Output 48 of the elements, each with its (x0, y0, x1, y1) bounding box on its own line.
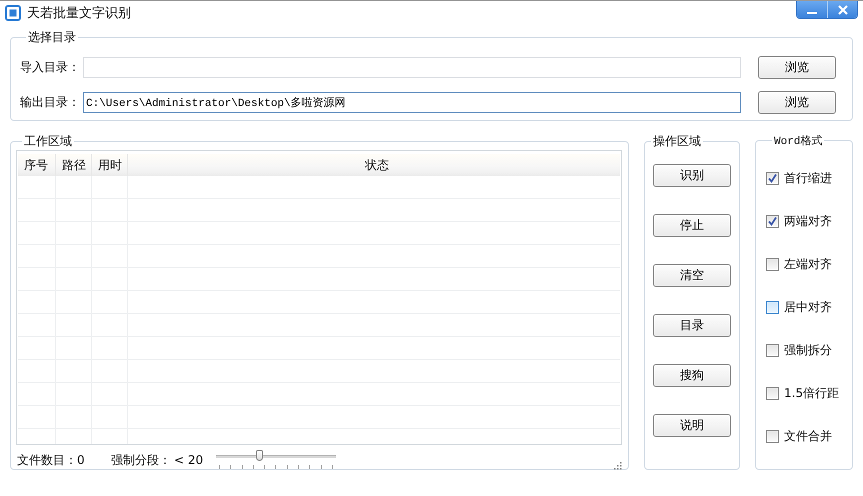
close-button[interactable] (827, 1, 857, 18)
file-count: 文件数目：0 (16, 452, 86, 468)
action-button[interactable]: 目录 (653, 314, 731, 337)
minimize-button[interactable] (797, 1, 827, 18)
checkbox[interactable] (766, 214, 779, 228)
close-icon (836, 4, 848, 14)
path-field[interactable] (83, 57, 741, 78)
column-header[interactable]: 用时 (92, 154, 128, 176)
split-slider[interactable] (216, 450, 336, 470)
option-label: 文件合并 (784, 428, 832, 444)
column-header[interactable]: 路径 (56, 154, 92, 176)
path-field[interactable]: C:\Users\Administrator\Desktop\多啦资源网 (83, 92, 741, 113)
split-label: 强制分段： (111, 452, 171, 468)
action-button[interactable]: 搜狗 (653, 364, 731, 387)
window-title: 天若批量文字识别 (27, 4, 131, 22)
option-label: 左端对齐 (784, 256, 832, 272)
group-title: 工作区域 (23, 133, 73, 150)
checkbox[interactable] (766, 430, 779, 442)
browse-button[interactable]: 浏览 (758, 56, 836, 79)
checkbox[interactable] (766, 258, 779, 270)
option-label: 两端对齐 (784, 212, 832, 230)
group-title: 选择目录 (27, 29, 77, 46)
checkbox[interactable] (766, 386, 779, 400)
field-label: 导入目录： (20, 59, 81, 76)
action-button[interactable]: 停止 (653, 214, 731, 237)
column-header[interactable]: 序号 (18, 154, 56, 176)
option-label: 居中对齐 (784, 298, 832, 316)
check-icon (767, 172, 778, 184)
action-button[interactable]: 识别 (653, 164, 731, 187)
browse-button[interactable]: 浏览 (758, 91, 836, 114)
app-icon (5, 4, 21, 20)
option-label: 1.5倍行距 (784, 384, 840, 402)
field-label: 输出目录： (20, 94, 81, 111)
checkbox[interactable] (766, 300, 779, 314)
checkbox[interactable] (766, 172, 779, 184)
check-icon (767, 216, 778, 226)
group-title: Word格式 (773, 134, 824, 148)
column-header[interactable]: 状态 (128, 154, 620, 176)
group-title: 操作区域 (652, 133, 702, 150)
split-value: < 20 (174, 453, 204, 467)
minimize-icon (807, 12, 817, 14)
option-label: 强制拆分 (784, 342, 832, 358)
action-button[interactable]: 说明 (653, 414, 731, 437)
slider-thumb[interactable] (256, 450, 264, 461)
action-button[interactable]: 清空 (653, 264, 731, 287)
resize-grip-icon (613, 460, 622, 470)
checkbox[interactable] (766, 344, 779, 356)
option-label: 首行缩进 (784, 170, 832, 186)
